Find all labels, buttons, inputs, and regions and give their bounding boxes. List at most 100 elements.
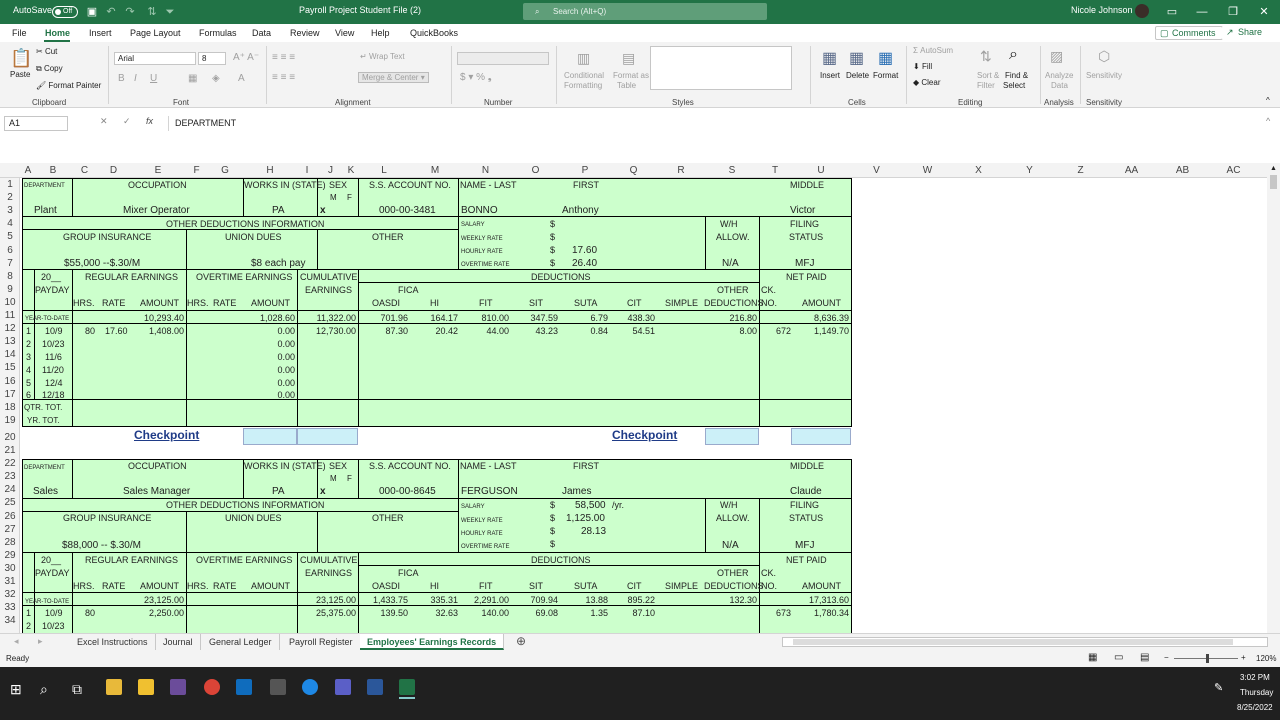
col-header[interactable]: I xyxy=(297,163,317,178)
checkpoint-cell[interactable] xyxy=(297,428,358,445)
ytd-oasdi[interactable]: 1,433.75 xyxy=(360,595,408,606)
sort-icon[interactable]: ⇅ xyxy=(142,2,162,22)
pay-ot-amount[interactable]: 0.00 xyxy=(245,339,295,350)
salary-value[interactable]: 58,500 xyxy=(575,500,606,511)
page-break-view-icon[interactable]: ▤ xyxy=(1140,652,1149,663)
format-as-table-button[interactable]: Format as xyxy=(613,71,649,80)
ytd-other[interactable]: 216.80 xyxy=(706,313,757,324)
ytd-cumulative[interactable]: 11,322.00 xyxy=(300,313,356,324)
row-header[interactable]: 15 xyxy=(0,361,20,374)
col-header[interactable]: C xyxy=(72,163,97,178)
insert-cells-icon[interactable]: ▦ xyxy=(822,48,837,68)
tab-help[interactable]: Help xyxy=(371,28,390,38)
ytd-hi[interactable]: 335.31 xyxy=(412,595,458,606)
middle-name-value[interactable]: Claude xyxy=(790,486,822,497)
col-header[interactable]: F xyxy=(186,163,207,178)
ytd-cumulative[interactable]: 23,125.00 xyxy=(300,595,356,606)
hourly-rate-value[interactable]: 28.13 xyxy=(581,526,606,537)
pay-check-no[interactable]: 672 xyxy=(776,326,791,337)
avatar[interactable] xyxy=(1135,4,1149,18)
borders-icon[interactable]: ▦ xyxy=(188,73,197,84)
state-value[interactable]: PA xyxy=(272,205,285,216)
filter-icon[interactable]: ⏷ xyxy=(160,2,180,22)
pay-fit[interactable]: 44.00 xyxy=(462,326,509,337)
search-taskbar-icon[interactable]: ⌕ xyxy=(40,681,48,698)
pay-hi[interactable]: 32.63 xyxy=(412,608,458,619)
row-header[interactable]: 29 xyxy=(0,549,20,562)
row-header[interactable]: 24 xyxy=(0,483,20,496)
pay-other[interactable]: 8.00 xyxy=(706,326,757,337)
insurance-value[interactable]: $88,000 -- $.30/M xyxy=(62,540,141,551)
pay-ot-amount[interactable]: 0.00 xyxy=(245,390,295,401)
currency-icon[interactable]: $ ▾ % ❟ xyxy=(460,72,492,83)
col-header[interactable]: G xyxy=(207,163,243,178)
wrap-text-button[interactable]: ↵ Wrap Text xyxy=(360,52,405,61)
zoom-slider-thumb[interactable] xyxy=(1206,654,1209,663)
pay-sit[interactable]: 43.23 xyxy=(512,326,558,337)
merge-center-button[interactable]: Merge & Center ▾ xyxy=(358,72,429,83)
row-header[interactable]: 32 xyxy=(0,588,20,601)
pay-hours[interactable]: 80 xyxy=(85,608,95,619)
col-header[interactable]: M xyxy=(410,163,460,178)
conditional-formatting-button[interactable]: Conditional xyxy=(564,71,604,80)
ytd-net[interactable]: 8,636.39 xyxy=(792,313,849,324)
tab-review[interactable]: Review xyxy=(290,28,320,38)
col-header[interactable]: AA xyxy=(1106,163,1157,178)
edge-icon[interactable] xyxy=(302,679,318,695)
conditional-formatting-icon[interactable]: ▥ xyxy=(577,50,590,67)
row-header[interactable]: 10 xyxy=(0,296,20,309)
sex-value[interactable]: x xyxy=(320,205,326,216)
clear-button[interactable]: ◆ Clear xyxy=(913,78,941,87)
sticky-app-icon[interactable] xyxy=(138,679,154,695)
autosum-button[interactable]: Σ AutoSum xyxy=(913,46,953,55)
tab-data[interactable]: Data xyxy=(252,28,271,38)
col-header[interactable]: Q xyxy=(610,163,657,178)
user-name[interactable]: Nicole Johnson xyxy=(1071,5,1133,15)
horizontal-scroll-thumb[interactable] xyxy=(793,639,1233,645)
col-header[interactable]: E xyxy=(130,163,186,178)
department-value[interactable]: Plant xyxy=(34,205,57,216)
occupation-value[interactable]: Mixer Operator xyxy=(123,205,190,216)
col-header[interactable]: Y xyxy=(1004,163,1055,178)
row-header[interactable]: 16 xyxy=(0,375,20,388)
ytd-other[interactable]: 132.30 xyxy=(706,595,757,606)
col-header[interactable]: B xyxy=(34,163,72,178)
format-table-icon[interactable]: ▤ xyxy=(622,50,635,67)
format-cells-button[interactable]: Format xyxy=(873,71,898,80)
middle-name-value[interactable]: Victor xyxy=(790,205,815,216)
clock-day[interactable]: Thursday xyxy=(1240,688,1273,697)
cancel-icon[interactable]: ✕ xyxy=(100,116,108,127)
scroll-thumb[interactable] xyxy=(1270,175,1277,189)
pay-net[interactable]: 1,780.34 xyxy=(792,608,849,619)
word-icon[interactable] xyxy=(367,679,383,695)
search-box[interactable]: ⌕ Search (Alt+Q) xyxy=(523,3,767,20)
pay-net[interactable]: 1,149.70 xyxy=(792,326,849,337)
restore-icon[interactable]: ❐ xyxy=(1223,2,1243,22)
close-icon[interactable]: ✕ xyxy=(1254,2,1274,22)
row-header[interactable]: 28 xyxy=(0,536,20,549)
scroll-up-icon[interactable]: ▲ xyxy=(1270,165,1277,172)
col-header[interactable]: O xyxy=(511,163,560,178)
ytd-fit[interactable]: 810.00 xyxy=(462,313,509,324)
pay-amount[interactable]: 2,250.00 xyxy=(138,608,184,619)
row-header[interactable]: 23 xyxy=(0,470,20,483)
pay-ot-amount[interactable]: 0.00 xyxy=(245,352,295,363)
undo-icon[interactable]: ↶ xyxy=(101,2,121,22)
number-format-select[interactable] xyxy=(457,52,549,65)
find-icon[interactable]: ⌕ xyxy=(1009,46,1018,64)
pay-cit[interactable]: 54.51 xyxy=(610,326,655,337)
pay-date[interactable]: 11/6 xyxy=(45,352,62,363)
filing-status-value[interactable]: MFJ xyxy=(795,258,814,269)
ytd-suta[interactable]: 13.88 xyxy=(562,595,608,606)
col-header[interactable]: V xyxy=(851,163,902,178)
cut-button[interactable]: ✂ Cut xyxy=(36,47,57,56)
row-header[interactable]: 13 xyxy=(0,335,20,348)
font-color-icon[interactable]: A xyxy=(238,73,245,84)
font-name-select[interactable]: Arial xyxy=(114,52,196,65)
pay-date[interactable]: 12/18 xyxy=(42,390,65,401)
ss-value[interactable]: 000-00-3481 xyxy=(379,205,436,216)
ytd-net[interactable]: 17,313.60 xyxy=(792,595,849,606)
paste-button[interactable]: Paste xyxy=(10,70,30,79)
ribbon-display-icon[interactable]: ▭ xyxy=(1162,2,1182,22)
ytd-cit[interactable]: 895.22 xyxy=(610,595,655,606)
